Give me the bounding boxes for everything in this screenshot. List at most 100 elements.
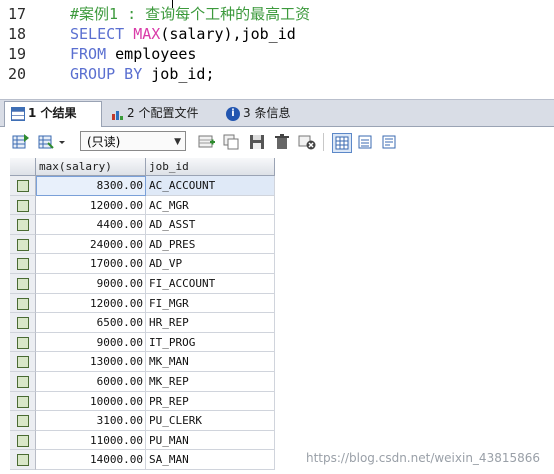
edit-mode-select[interactable]: (只读) ▼: [80, 131, 186, 151]
cell-job-id[interactable]: PR_REP: [146, 391, 275, 412]
cell-job-id[interactable]: AD_PRES: [146, 234, 275, 255]
row-checkbox[interactable]: [10, 332, 36, 353]
cell-job-id[interactable]: PU_MAN: [146, 430, 275, 451]
code-text: SELECT MAX(salary),job_id: [70, 24, 296, 44]
cell-job-id[interactable]: AD_VP: [146, 254, 275, 274]
table-row[interactable]: 4400.00 AD_ASST: [10, 215, 275, 235]
row-checkbox[interactable]: [10, 274, 36, 294]
cell-job-id[interactable]: PU_CLERK: [146, 411, 275, 431]
row-checkbox[interactable]: [10, 234, 36, 255]
row-checkbox[interactable]: [10, 352, 36, 372]
row-checkbox[interactable]: [10, 254, 36, 274]
cell-job-id[interactable]: HR_REP: [146, 313, 275, 333]
tab-profile[interactable]: 2 个配置文件: [104, 102, 216, 124]
code-line[interactable]: 20 GROUP BY job_id;: [0, 64, 554, 84]
cell-max-salary[interactable]: 9000.00: [36, 274, 146, 294]
cell-max-salary[interactable]: 10000.00: [36, 391, 146, 412]
line-number: 18: [8, 25, 27, 43]
save-icon[interactable]: [248, 133, 266, 151]
cell-max-salary[interactable]: 14000.00: [36, 450, 146, 470]
code-token: employees: [115, 45, 197, 63]
table-row[interactable]: 24000.00 AD_PRES: [10, 234, 275, 255]
table-row[interactable]: 3100.00 PU_CLERK: [10, 411, 275, 431]
cell-max-salary[interactable]: 11000.00: [36, 430, 146, 451]
cell-max-salary[interactable]: 12000.00: [36, 195, 146, 216]
cell-max-salary[interactable]: 24000.00: [36, 234, 146, 255]
code-line[interactable]: 18 SELECT MAX(salary),job_id: [0, 24, 554, 44]
chevron-down-icon[interactable]: [57, 133, 67, 151]
tab-results[interactable]: 1 个结果: [4, 101, 102, 127]
grid-view-icon[interactable]: [332, 133, 352, 153]
text-view-icon[interactable]: [380, 133, 398, 151]
result-toolbar: (只读) ▼: [0, 127, 554, 157]
code-line[interactable]: 17 #案例1 : 查询每个工种的最高工资: [0, 4, 554, 24]
table-row[interactable]: 8300.00 AC_ACCOUNT: [10, 176, 275, 196]
cell-max-salary[interactable]: 17000.00: [36, 254, 146, 274]
row-checkbox[interactable]: [10, 313, 36, 333]
row-checkbox[interactable]: [10, 450, 36, 470]
code-text: FROM employees: [70, 44, 196, 64]
column-header-job-id[interactable]: job_id: [146, 158, 275, 176]
code-token: job_id;: [151, 65, 215, 83]
table-row[interactable]: 6000.00 MK_REP: [10, 372, 275, 392]
row-checkbox[interactable]: [10, 176, 36, 196]
row-checkbox[interactable]: [10, 215, 36, 235]
table-icon: [11, 106, 25, 121]
toolbar-separator: [323, 133, 324, 151]
cell-job-id[interactable]: FI_MGR: [146, 293, 275, 314]
code-token: (salary),job_id: [160, 25, 296, 43]
line-number: 20: [8, 65, 27, 83]
row-checkbox[interactable]: [10, 430, 36, 451]
column-header-max-salary[interactable]: max(salary): [36, 158, 146, 176]
duplicate-row-icon[interactable]: [222, 133, 240, 151]
cell-max-salary[interactable]: 6500.00: [36, 313, 146, 333]
result-tab-bar: 1 个结果 2 个配置文件 i3 条信息: [0, 99, 554, 127]
table-row[interactable]: 9000.00 IT_PROG: [10, 332, 275, 353]
select-all-header[interactable]: [10, 158, 36, 176]
export-icon[interactable]: [12, 133, 30, 151]
code-line[interactable]: 19 FROM employees: [0, 44, 554, 64]
table-row[interactable]: 13000.00 MK_MAN: [10, 352, 275, 372]
tab-messages-label: 3 条信息: [243, 106, 291, 120]
insert-row-icon[interactable]: [198, 133, 216, 151]
cancel-changes-icon[interactable]: [298, 133, 316, 151]
cell-job-id[interactable]: FI_ACCOUNT: [146, 274, 275, 294]
row-checkbox[interactable]: [10, 372, 36, 392]
table-row[interactable]: 9000.00 FI_ACCOUNT: [10, 274, 275, 294]
row-checkbox[interactable]: [10, 195, 36, 216]
cell-job-id[interactable]: AC_MGR: [146, 195, 275, 216]
row-checkbox[interactable]: [10, 293, 36, 314]
form-view-icon[interactable]: [356, 133, 374, 151]
cell-job-id[interactable]: IT_PROG: [146, 332, 275, 353]
cell-max-salary[interactable]: 3100.00: [36, 411, 146, 431]
table-row[interactable]: 17000.00 AD_VP: [10, 254, 275, 274]
row-checkbox[interactable]: [10, 391, 36, 412]
info-icon: i: [226, 106, 240, 121]
cell-job-id[interactable]: MK_REP: [146, 372, 275, 392]
tab-results-label: 1 个结果: [28, 106, 77, 120]
tab-profile-label: 2 个配置文件: [127, 106, 199, 120]
table-row[interactable]: 12000.00 AC_MGR: [10, 195, 275, 216]
delete-icon[interactable]: [273, 133, 291, 151]
table-row[interactable]: 10000.00 PR_REP: [10, 391, 275, 412]
cell-max-salary[interactable]: 12000.00: [36, 293, 146, 314]
table-row[interactable]: 6500.00 HR_REP: [10, 313, 275, 333]
cell-job-id[interactable]: MK_MAN: [146, 352, 275, 372]
table-row[interactable]: 14000.00 SA_MAN: [10, 450, 275, 470]
cell-job-id[interactable]: AD_ASST: [146, 215, 275, 235]
cell-max-salary[interactable]: 4400.00: [36, 215, 146, 235]
cell-max-salary[interactable]: 8300.00: [36, 176, 146, 196]
profile-icon: [110, 107, 124, 121]
table-row[interactable]: 11000.00 PU_MAN: [10, 430, 275, 451]
cell-max-salary[interactable]: 6000.00: [36, 372, 146, 392]
tab-messages[interactable]: i3 条信息: [220, 102, 310, 124]
cell-max-salary[interactable]: 13000.00: [36, 352, 146, 372]
table-row[interactable]: 12000.00 FI_MGR: [10, 293, 275, 314]
sql-editor[interactable]: 17 #案例1 : 查询每个工种的最高工资 18 SELECT MAX(salary)…: [0, 0, 554, 92]
cell-job-id[interactable]: SA_MAN: [146, 450, 275, 470]
cell-max-salary[interactable]: 9000.00: [36, 332, 146, 353]
code-token: MAX: [133, 25, 161, 43]
cell-job-id[interactable]: AC_ACCOUNT: [146, 176, 275, 196]
import-icon[interactable]: [38, 133, 56, 151]
row-checkbox[interactable]: [10, 411, 36, 431]
